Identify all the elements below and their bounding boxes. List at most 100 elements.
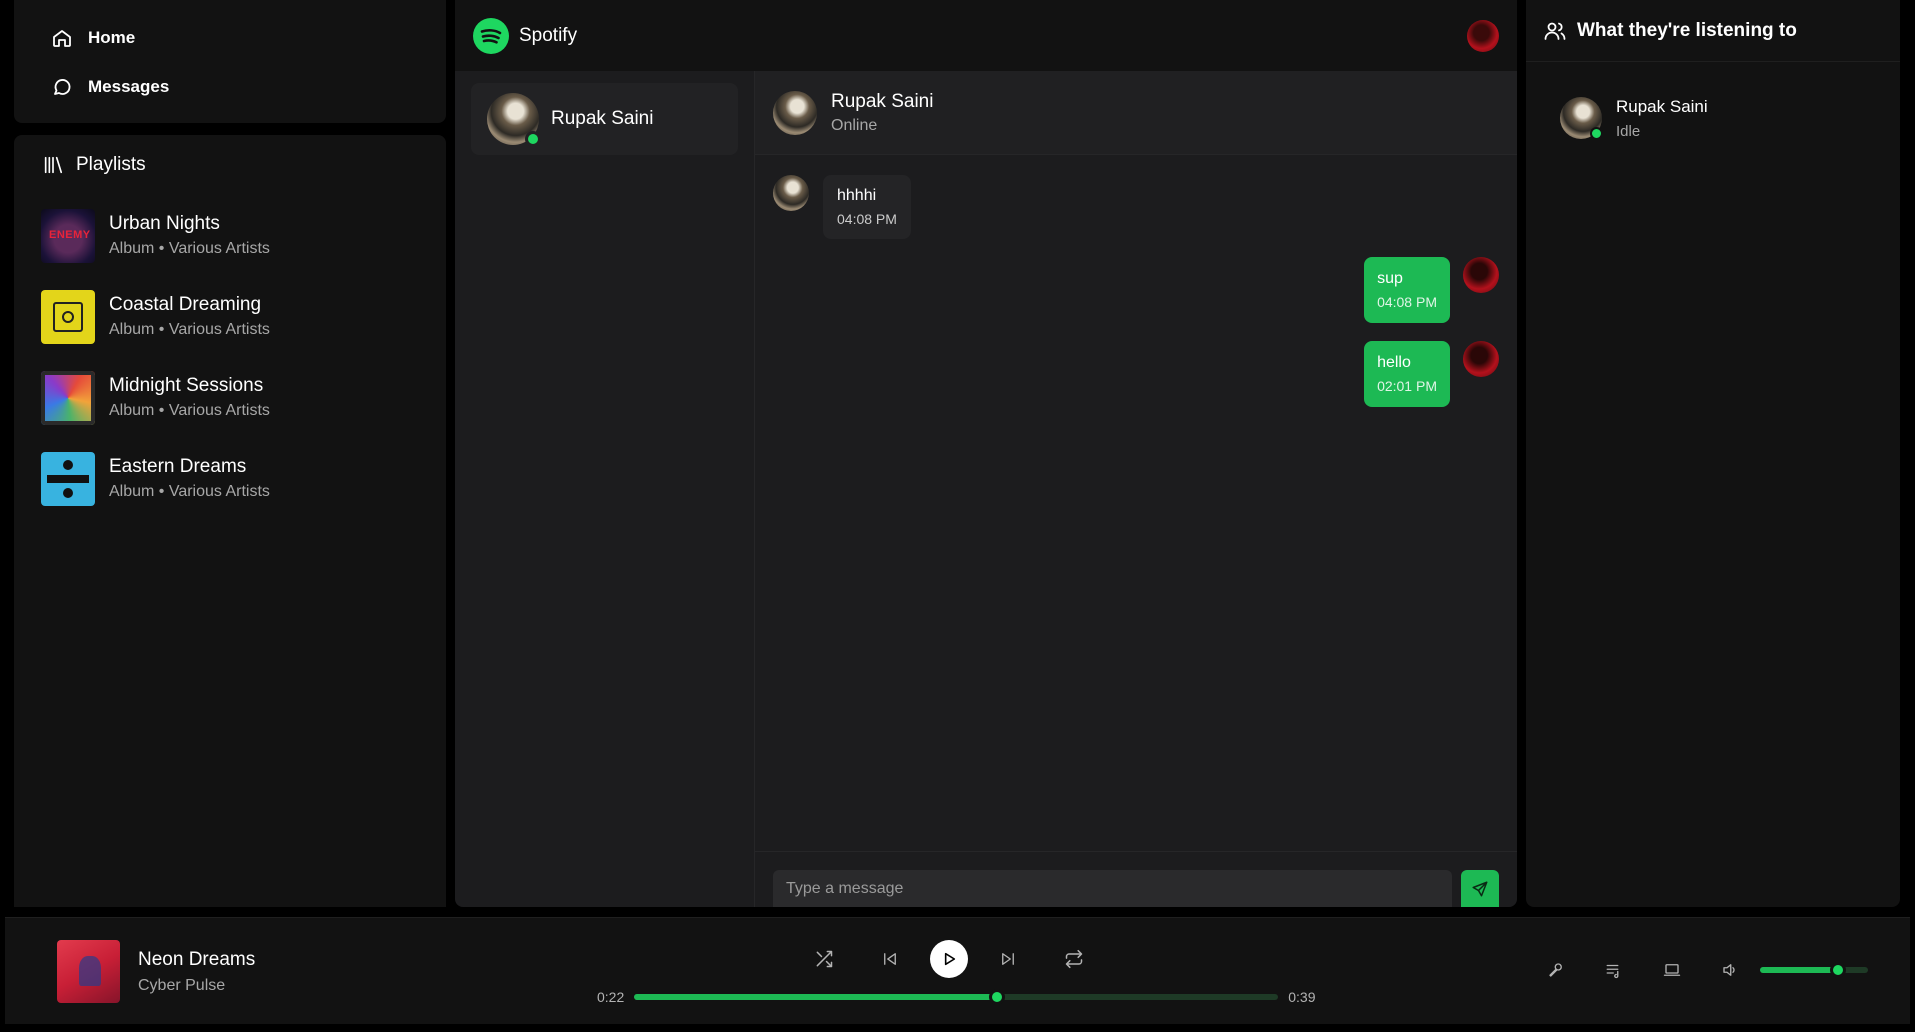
player-bar: Neon Dreams Cyber Pulse 0:22 0:39 [5,917,1910,1024]
playlist-item[interactable]: Eastern Dreams Album • Various Artists [14,438,446,519]
nav-messages[interactable]: Messages [50,75,410,99]
top-bar: Spotify [455,0,1517,71]
nav-home-label: Home [88,28,136,47]
friend-activity-title: What they're listening to [1577,19,1797,41]
home-icon [50,26,74,50]
send-button[interactable] [1461,870,1499,907]
chat-contact-name: Rupak Saini [831,90,934,112]
message-bubble: sup 04:08 PM [1364,257,1450,323]
message-bubble: hello 02:01 PM [1364,341,1450,407]
playlist-item[interactable]: Midnight Sessions Album • Various Artist… [14,357,446,438]
message-icon [50,75,74,99]
shuffle-button[interactable] [810,945,838,973]
users-icon [1543,19,1567,43]
nav-messages-label: Messages [88,77,170,96]
friend-activity-panel: What they're listening to Rupak Saini Id… [1526,0,1900,907]
progress-bar[interactable] [634,989,1279,1005]
app-title: Spotify [519,24,578,46]
library-icon [42,154,64,176]
microphone-icon [1547,961,1565,979]
spotify-logo-icon [473,17,509,54]
user-avatar[interactable] [1467,19,1499,52]
library-title: Playlists [76,154,146,175]
previous-button[interactable] [876,945,904,973]
nav-home[interactable]: Home [50,26,410,50]
track-title[interactable]: Neon Dreams [138,949,255,971]
message-time: 02:01 PM [1377,378,1437,394]
playlist-meta: Album • Various Artists [109,240,270,257]
message-list: hhhhi 04:08 PM sup 04:08 PM hello 02:01 … [755,155,1517,855]
playlist-name: Coastal Dreaming [109,294,262,315]
playlist-cover [41,451,95,506]
skip-forward-icon [999,950,1017,968]
playlist-cover [41,370,95,425]
repeat-button[interactable] [1060,945,1088,973]
playback-controls [810,940,1088,978]
message-time: 04:08 PM [837,211,897,227]
playlist-meta: Album • Various Artists [109,402,270,419]
avatar-photo [773,90,817,135]
progress-row: 0:22 0:39 [597,989,1316,1005]
message-incoming: hhhhi 04:08 PM [773,175,1499,239]
online-status-dot [1590,127,1603,140]
library-header[interactable]: Playlists [14,135,446,195]
volume-fill [1760,967,1838,973]
friend-name: Rupak Saini [1616,96,1708,116]
elapsed-time: 0:22 [597,989,625,1005]
chat-area: Rupak Saini Online hhhhi 04:08 PM sup 04… [755,71,1517,907]
playlist-meta: Album • Various Artists [109,483,270,500]
now-playing-cover[interactable] [57,940,120,1003]
laptop-icon [1663,961,1681,979]
shuffle-icon [814,949,834,969]
conversation-item[interactable]: Rupak Saini [471,83,738,155]
send-icon [1471,880,1489,898]
next-button[interactable] [994,945,1022,973]
chat-contact-status: Online [831,116,878,134]
skip-back-icon [881,950,899,968]
message-text: hello [1377,354,1411,371]
queue-button[interactable] [1600,956,1628,984]
avatar [1463,341,1499,377]
extra-controls [1512,956,1868,984]
friend-activity-header: What they're listening to [1526,0,1900,62]
message-text: sup [1377,270,1403,287]
playlist-cover: ENEMY [41,208,95,263]
playlist-item[interactable]: ENEMY Urban Nights Album • Various Artis… [14,195,446,276]
messages-panel: Spotify Rupak Saini Rupak Saini Online h… [455,0,1517,907]
message-outgoing: hello 02:01 PM [773,341,1499,407]
playlist-item[interactable]: Coastal Dreaming Album • Various Artists [14,276,446,357]
message-composer [755,851,1517,907]
playlist-name: Urban Nights [109,213,220,234]
play-button[interactable] [930,940,968,978]
volume-slider[interactable] [1760,962,1868,978]
track-artist[interactable]: Cyber Pulse [138,977,255,995]
queue-icon [1605,961,1623,979]
devices-button[interactable] [1658,956,1686,984]
volume-icon [1721,961,1739,979]
playlist-cover [41,289,95,344]
avatar[interactable] [773,90,817,135]
playlist-meta: Album • Various Artists [109,321,270,338]
main-nav: Home Messages [14,0,446,123]
avatar-photo [773,175,809,211]
playlist-name: Eastern Dreams [109,456,247,477]
message-outgoing: sup 04:08 PM [773,257,1499,323]
avatar [1463,257,1499,293]
conversation-name: Rupak Saini [551,108,654,129]
lyrics-button[interactable] [1542,956,1570,984]
progress-handle[interactable] [989,989,1006,1005]
volume-handle[interactable] [1829,962,1846,978]
mute-button[interactable] [1716,956,1744,984]
message-time: 04:08 PM [1377,294,1437,310]
progress-fill [634,994,998,1000]
friend-status: Idle [1616,122,1641,140]
online-status-dot [525,131,541,147]
brand[interactable]: Spotify [473,17,578,54]
message-input[interactable] [773,870,1452,907]
avatar [487,93,541,147]
now-playing: Neon Dreams Cyber Pulse [57,940,255,1003]
library-panel: Playlists ENEMY Urban Nights Album • Var… [14,135,446,907]
message-bubble: hhhhi 04:08 PM [823,175,911,239]
friend-item[interactable]: Rupak Saini Idle [1526,62,1900,174]
avatar [773,175,809,211]
